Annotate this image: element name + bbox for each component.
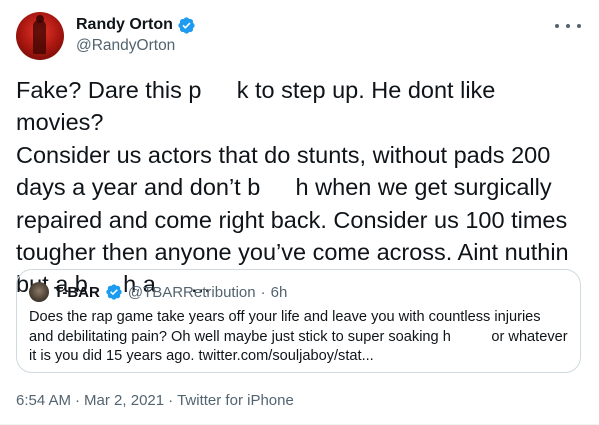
author-names: Randy Orton @RandyOrton bbox=[76, 14, 196, 55]
quoted-tweet-text: Does the rap game take years off your li… bbox=[29, 309, 568, 364]
quoted-author-avatar bbox=[29, 282, 49, 302]
tweet-date[interactable]: Mar 2, 2021 bbox=[84, 392, 164, 409]
quoted-tweet-header: T-BAR @TBARRetribution · 6h bbox=[29, 282, 287, 302]
verified-badge-icon bbox=[177, 16, 196, 35]
display-name-row: Randy Orton bbox=[76, 14, 196, 36]
author-display-name[interactable]: Randy Orton bbox=[76, 16, 173, 34]
meta-separator: · bbox=[75, 392, 81, 409]
quoted-separator: · bbox=[260, 283, 266, 301]
author-avatar[interactable] bbox=[16, 12, 64, 60]
quoted-author-handle: @TBARRetribution bbox=[127, 283, 256, 301]
quoted-tweet[interactable]: T-BAR @TBARRetribution · 6h Does the rap… bbox=[16, 269, 581, 373]
tweet-text: Fake? Dare this p k to step up. He dont … bbox=[16, 77, 569, 298]
more-options-icon[interactable] bbox=[555, 18, 581, 34]
quoted-author-display-name: T-BAR bbox=[54, 283, 100, 301]
tweet-source: Twitter for iPhone bbox=[177, 392, 294, 409]
quoted-timestamp[interactable]: 6h bbox=[271, 284, 288, 301]
meta-separator: · bbox=[168, 392, 174, 409]
tweet-header: Randy Orton @RandyOrton bbox=[16, 12, 583, 60]
author-handle[interactable]: @RandyOrton bbox=[76, 37, 196, 55]
tweet-time[interactable]: 6:54 AM bbox=[16, 392, 71, 409]
tweet-meta: 6:54 AM · Mar 2, 2021 · Twitter for iPho… bbox=[16, 392, 294, 409]
quoted-verified-badge-icon bbox=[105, 283, 123, 301]
